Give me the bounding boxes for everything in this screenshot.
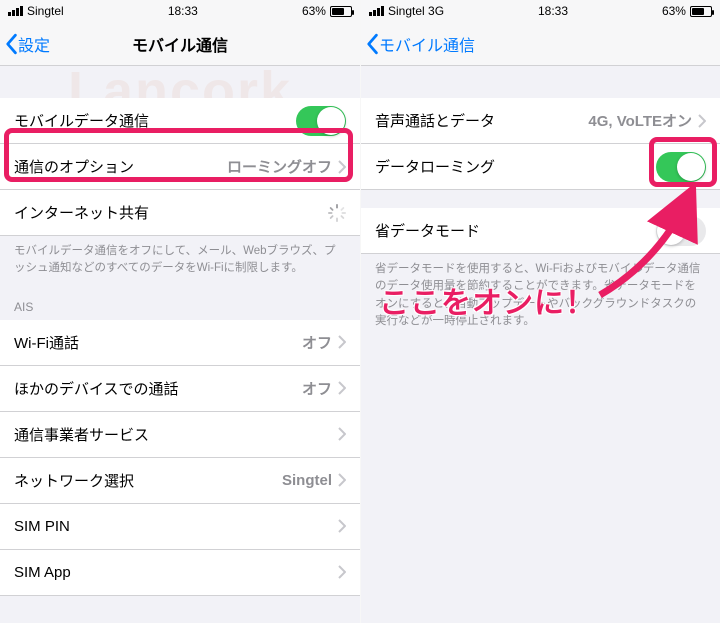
wifi-call-value: オフ bbox=[302, 332, 332, 353]
sim-app-label: SIM App bbox=[14, 564, 71, 581]
network-value: Singtel bbox=[282, 472, 332, 489]
data-roaming-label: データローミング bbox=[375, 156, 495, 177]
chevron-right-icon bbox=[338, 335, 346, 349]
battery-icon bbox=[330, 6, 352, 17]
section-header: AIS bbox=[0, 282, 360, 320]
signal-icon bbox=[369, 6, 384, 16]
row-carrier-services[interactable]: 通信事業者サービス bbox=[0, 412, 360, 458]
mobile-data-label: モバイルデータ通信 bbox=[14, 110, 149, 131]
carrier-label: Singtel 3G bbox=[388, 4, 444, 18]
chevron-right-icon bbox=[338, 160, 346, 174]
row-low-data[interactable]: 省データモード bbox=[361, 208, 720, 254]
other-device-value: オフ bbox=[302, 378, 332, 399]
status-bar: Singtel 18:33 63% bbox=[0, 0, 360, 22]
phone-left: Lancork Singtel 18:33 63% 設定 モバイル通信 モバイル… bbox=[0, 0, 360, 623]
chevron-right-icon bbox=[338, 519, 346, 533]
carrier-label: Singtel bbox=[27, 4, 64, 18]
battery-percent: 63% bbox=[662, 4, 686, 18]
chevron-right-icon bbox=[698, 114, 706, 128]
row-network-select[interactable]: ネットワーク選択 Singtel bbox=[0, 458, 360, 504]
row-hotspot[interactable]: インターネット共有 bbox=[0, 190, 360, 236]
chevron-right-icon bbox=[338, 473, 346, 487]
row-mobile-data[interactable]: モバイルデータ通信 bbox=[0, 98, 360, 144]
row-wifi-calling[interactable]: Wi-Fi通話 オフ bbox=[0, 320, 360, 366]
nav-bar: 設定 モバイル通信 bbox=[0, 22, 360, 66]
row-sim-app[interactable]: SIM App bbox=[0, 550, 360, 596]
loading-spinner-icon bbox=[328, 204, 346, 222]
voice-data-value: 4G, VoLTEオン bbox=[588, 110, 692, 131]
data-roaming-toggle[interactable] bbox=[656, 152, 706, 182]
back-button[interactable]: モバイル通信 bbox=[361, 32, 475, 56]
carrier-services-label: 通信事業者サービス bbox=[14, 424, 149, 445]
clock: 18:33 bbox=[538, 4, 568, 18]
mobile-data-toggle[interactable] bbox=[296, 106, 346, 136]
phone-right: Singtel 3G 18:33 63% モバイル通信 音声通話とデータ 4G,… bbox=[360, 0, 720, 623]
low-data-label: 省データモード bbox=[375, 220, 480, 241]
row-sim-pin[interactable]: SIM PIN bbox=[0, 504, 360, 550]
wifi-call-label: Wi-Fi通話 bbox=[14, 332, 79, 353]
signal-icon bbox=[8, 6, 23, 16]
back-label: 設定 bbox=[18, 32, 50, 56]
other-device-label: ほかのデバイスでの通話 bbox=[14, 378, 179, 399]
row-other-devices[interactable]: ほかのデバイスでの通話 オフ bbox=[0, 366, 360, 412]
footer-note: モバイルデータ通信をオフにして、メール、Webブラウズ、プッシュ通知などのすべて… bbox=[0, 236, 360, 282]
hotspot-label: インターネット共有 bbox=[14, 202, 149, 223]
back-label: モバイル通信 bbox=[379, 32, 475, 56]
page-title: モバイル通信 bbox=[0, 32, 360, 56]
options-label: 通信のオプション bbox=[14, 156, 134, 177]
chevron-right-icon bbox=[338, 381, 346, 395]
clock: 18:33 bbox=[168, 4, 198, 18]
low-data-toggle[interactable] bbox=[656, 216, 706, 246]
network-select-label: ネットワーク選択 bbox=[14, 470, 134, 491]
chevron-right-icon bbox=[338, 565, 346, 579]
nav-bar: モバイル通信 bbox=[361, 22, 720, 66]
back-button[interactable]: 設定 bbox=[0, 32, 50, 56]
annotation-text: ここをオンに！ bbox=[379, 278, 596, 322]
row-options[interactable]: 通信のオプション ローミングオフ bbox=[0, 144, 360, 190]
options-value: ローミングオフ bbox=[227, 156, 332, 177]
row-data-roaming[interactable]: データローミング bbox=[361, 144, 720, 190]
voice-data-label: 音声通話とデータ bbox=[375, 110, 495, 131]
chevron-right-icon bbox=[338, 427, 346, 441]
battery-percent: 63% bbox=[302, 4, 326, 18]
battery-icon bbox=[690, 6, 712, 17]
row-voice-data[interactable]: 音声通話とデータ 4G, VoLTEオン bbox=[361, 98, 720, 144]
sim-pin-label: SIM PIN bbox=[14, 518, 70, 535]
status-bar: Singtel 3G 18:33 63% bbox=[361, 0, 720, 22]
